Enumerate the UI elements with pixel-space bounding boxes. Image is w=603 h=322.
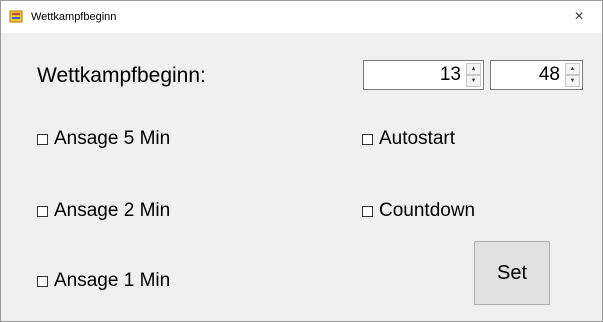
stopwatch-icon	[9, 10, 23, 23]
dialog-content: Wettkampfbeginn: 13 ▲ ▼ 48 ▲ ▼ Ansage 5 …	[1, 33, 602, 321]
start-time-label: Wettkampfbeginn:	[37, 64, 206, 87]
hour-up-arrow-icon[interactable]: ▲	[466, 63, 481, 75]
checkbox-ansage-2-min[interactable]: Ansage 2 Min	[37, 200, 170, 222]
checkbox-ansage-1-min[interactable]: Ansage 1 Min	[37, 270, 170, 292]
checkbox-box[interactable]	[37, 275, 48, 287]
checkbox-box[interactable]	[37, 133, 48, 145]
checkbox-label: Ansage 5 Min	[54, 128, 171, 149]
checkbox-label: Autostart	[379, 128, 456, 149]
minute-down-arrow-icon[interactable]: ▼	[565, 75, 580, 87]
minute-spinner[interactable]: 48 ▲ ▼	[490, 60, 583, 90]
checkbox-label: Countdown	[379, 200, 476, 221]
hour-spin-buttons: ▲ ▼	[466, 63, 481, 87]
checkbox-ansage-5-min[interactable]: Ansage 5 Min	[37, 128, 170, 150]
checkbox-box[interactable]	[37, 205, 48, 217]
title-bar[interactable]: Wettkampfbeginn ×	[1, 1, 602, 33]
hour-spinner[interactable]: 13 ▲ ▼	[363, 60, 484, 90]
minute-up-arrow-icon[interactable]: ▲	[565, 63, 580, 75]
minute-spin-buttons: ▲ ▼	[565, 63, 580, 87]
minute-value[interactable]: 48	[539, 64, 560, 86]
checkbox-countdown[interactable]: Countdown	[362, 200, 475, 222]
checkbox-autostart[interactable]: Autostart	[362, 128, 455, 150]
checkbox-box[interactable]	[362, 133, 373, 145]
checkbox-label: Ansage 2 Min	[54, 200, 171, 221]
checkbox-label: Ansage 1 Min	[54, 270, 171, 291]
set-button[interactable]: Set	[474, 241, 550, 305]
close-button[interactable]: ×	[556, 1, 602, 33]
hour-down-arrow-icon[interactable]: ▼	[466, 75, 481, 87]
window-title: Wettkampfbeginn	[31, 11, 117, 23]
dialog-window: Wettkampfbeginn × Wettkampfbeginn: 13 ▲ …	[0, 0, 603, 322]
hour-value[interactable]: 13	[440, 64, 461, 86]
checkbox-box[interactable]	[362, 205, 373, 217]
